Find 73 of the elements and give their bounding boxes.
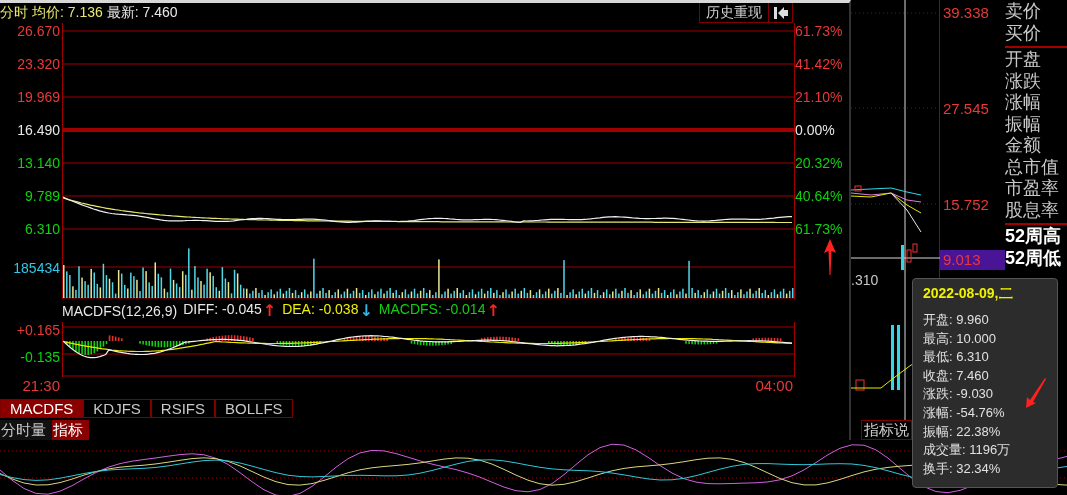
price-axis-label: 19.969 (17, 89, 60, 105)
tooltip-row-text: 收盘: 7.460 (923, 366, 989, 385)
macd-value-label: MACDFS: -0.014 (378, 301, 486, 319)
end-time-label: 04:00 (754, 377, 793, 395)
history-replay-button[interactable]: 历史重现 (699, 3, 769, 23)
arrow-up-icon (824, 239, 836, 275)
percent-axis-label: 40.64% (795, 188, 843, 204)
quote-field-label: 振幅 (1005, 113, 1042, 135)
start-time-label: 21:30 (21, 377, 61, 395)
macd-axis-label: -0.135 (20, 349, 60, 365)
percent-axis-label: 21.10% (795, 89, 843, 105)
volume-bar (891, 325, 894, 390)
macd-value-label: DIFF: -0.045 (183, 301, 262, 319)
volume-axis-label: 185434 (13, 260, 60, 276)
quote-field-label: 总市值 (1005, 156, 1060, 178)
candle (901, 245, 904, 270)
view-tab[interactable]: 指标 (52, 420, 89, 440)
trend-arrow: ↑ (486, 301, 500, 320)
average-price-label: 均价: 7.136 (32, 4, 103, 22)
arrow-left-bar-icon (772, 5, 789, 20)
macd-axis-label: +0.165 (16, 322, 60, 338)
price-axis-label: 6.310 (24, 221, 60, 237)
tooltip-row-text: 开盘: 9.960 (923, 311, 989, 329)
indicator-tab[interactable]: RSIFS (150, 399, 216, 418)
back-button[interactable] (769, 3, 793, 23)
tooltip-row: 成交量: 1196万 (923, 441, 1011, 460)
trend-arrow: ↑ (262, 301, 277, 320)
indicator-help-button[interactable]: 指标说 (861, 420, 912, 440)
indicator-tab[interactable]: MACDFS (0, 399, 84, 418)
quote-field-label: 涨跌 (1005, 70, 1042, 92)
tooltip-row-text: 振幅: 22.38% (923, 422, 1001, 441)
price-axis-label: 13.140 (17, 155, 60, 171)
chart-title: 分时 (0, 4, 28, 22)
quote-field-label: 52周低 (1005, 247, 1063, 269)
price-axis-label: 39.338 (942, 5, 990, 21)
indicator-tab[interactable]: KDJFS (83, 399, 151, 418)
price-axis-label: 9.789 (24, 188, 60, 204)
quote-field-label: 涨幅 (1005, 92, 1042, 114)
indicator-tab[interactable]: BOLLFS (215, 399, 293, 418)
quote-field-label: 金额 (1005, 135, 1042, 157)
tooltip-date: 2022-08-09,二 (923, 285, 1013, 303)
tooltip-row: 涨跌: -9.030 (923, 385, 994, 404)
price-axis-label: 26.670 (17, 23, 60, 39)
percent-axis-label: 61.73% (795, 221, 843, 237)
volume-bar (897, 325, 900, 390)
quote-field-label: 股息率 (1005, 199, 1060, 221)
candle (854, 185, 862, 192)
macd-indicator-name: MACDFS(12,26,9) (62, 302, 178, 319)
quote-field-label: 开盘 (1005, 49, 1042, 71)
trend-arrow: ↓ (359, 301, 373, 320)
percent-axis-label: 0.00% (795, 122, 835, 138)
tooltip-row-text: 最高: 10.000 (923, 329, 996, 348)
arrow-down-left-icon (1026, 378, 1046, 408)
low-price-label: .310 (851, 272, 879, 288)
quote-field-label: 市盈率 (1005, 178, 1060, 200)
quote-field-label: 买价 (1005, 22, 1042, 44)
tooltip-row-text: 换手: 32.34% (923, 459, 1001, 478)
percent-axis-label: 41.42% (795, 56, 843, 72)
quote-field-label: 卖价 (1005, 1, 1042, 23)
current-price-marker: 9.013 (940, 250, 1005, 270)
price-axis-label: 16.490 (17, 122, 60, 138)
volume-bar (855, 379, 865, 391)
tooltip-row: 最低: 6.310 (923, 348, 989, 367)
percent-axis-label: 61.73% (795, 23, 843, 39)
latest-price-label: 最新: 7.460 (106, 4, 178, 22)
price-axis-label: 15.752 (942, 197, 990, 213)
macd-value-label: DEA: -0.038 (282, 301, 359, 319)
tooltip-row-text: 涨幅: -54.76% (923, 403, 1005, 422)
percent-axis-label: 20.32% (795, 155, 843, 171)
view-tab[interactable]: 分时量 (0, 420, 52, 440)
price-axis-label: 27.545 (942, 101, 990, 117)
price-axis-label: 23.320 (17, 56, 60, 72)
quote-field-label: 52周高 (1005, 226, 1063, 248)
